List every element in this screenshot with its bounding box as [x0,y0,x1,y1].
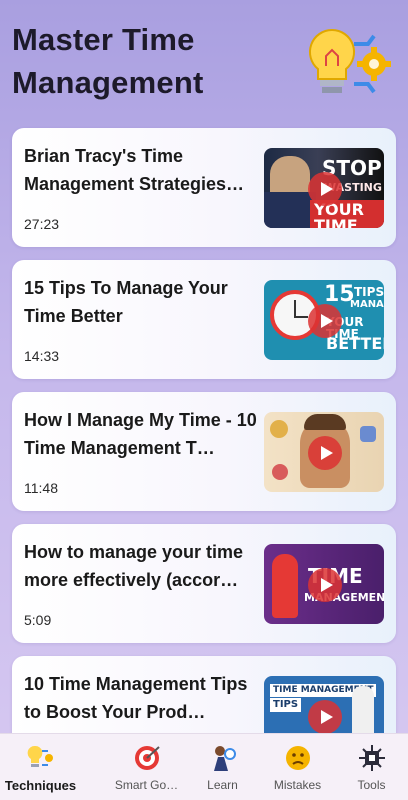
bottom-navigation: Techniques Smart Go… Learn Mistakes Tool… [0,733,408,800]
video-title: Brian Tracy's Time Management Strategies… [24,146,245,194]
video-card[interactable]: 15 Tips To Manage Your Time Better 14:33… [12,260,396,379]
video-duration: 5:09 [24,612,52,628]
video-card[interactable]: How to manage your time more effectively… [12,524,396,643]
thumbnail-text: TIPS [354,285,384,299]
thumbnail-text: MANAGE [350,299,384,310]
nav-item-learn[interactable]: Learn [182,734,263,800]
nav-label: Smart Go… [114,778,179,792]
play-icon [308,172,342,206]
video-title: How to manage your time more effectively… [24,542,244,590]
nav-label: Learn [207,778,238,792]
play-icon [308,304,342,338]
nav-label: Tools [357,778,386,792]
video-thumbnail[interactable]: TIME MANAGEMENT [264,544,384,624]
tools-icon [359,745,385,771]
play-icon [308,436,342,470]
video-thumbnail[interactable]: 15 TIPS MANAGE YOUR TIME BETTER [264,280,384,360]
target-icon [135,746,160,770]
thumbnail-text: BETTER [326,334,384,353]
video-duration: 27:23 [24,216,60,232]
nav-item-mistakes[interactable]: Mistakes [257,734,338,800]
page-header: Master Time Management [12,18,396,118]
video-title: 10 Time Management Tips to Boost Your Pr… [24,674,248,722]
nav-label: Mistakes [273,778,322,792]
nav-label: Techniques [4,778,77,793]
mistakes-icon [286,746,310,770]
video-card[interactable]: Brian Tracy's Time Management Strategies… [12,128,396,247]
thumbnail-text: TIPS [270,698,302,712]
page-title: Master Time Management [12,22,204,100]
video-title: How I Manage My Time - 10 Time Managemen… [24,410,257,458]
nav-item-smart-goals[interactable]: Smart Go… [106,734,187,800]
video-thumbnail[interactable] [264,412,384,492]
play-icon [308,700,342,734]
lightbulb-gear-icon [308,28,391,94]
video-title: 15 Tips To Manage Your Time Better [24,278,228,326]
video-duration: 14:33 [24,348,60,364]
video-duration: 11:48 [24,480,58,496]
video-card[interactable]: How I Manage My Time - 10 Time Managemen… [12,392,396,511]
play-icon [308,568,342,602]
learn-icon [214,746,236,771]
video-thumbnail[interactable]: STOP WASTING YOUR TIME [264,148,384,228]
nav-item-techniques[interactable]: Techniques [0,734,81,800]
techniques-icon [27,745,53,767]
nav-item-tools[interactable]: Tools [331,734,408,800]
